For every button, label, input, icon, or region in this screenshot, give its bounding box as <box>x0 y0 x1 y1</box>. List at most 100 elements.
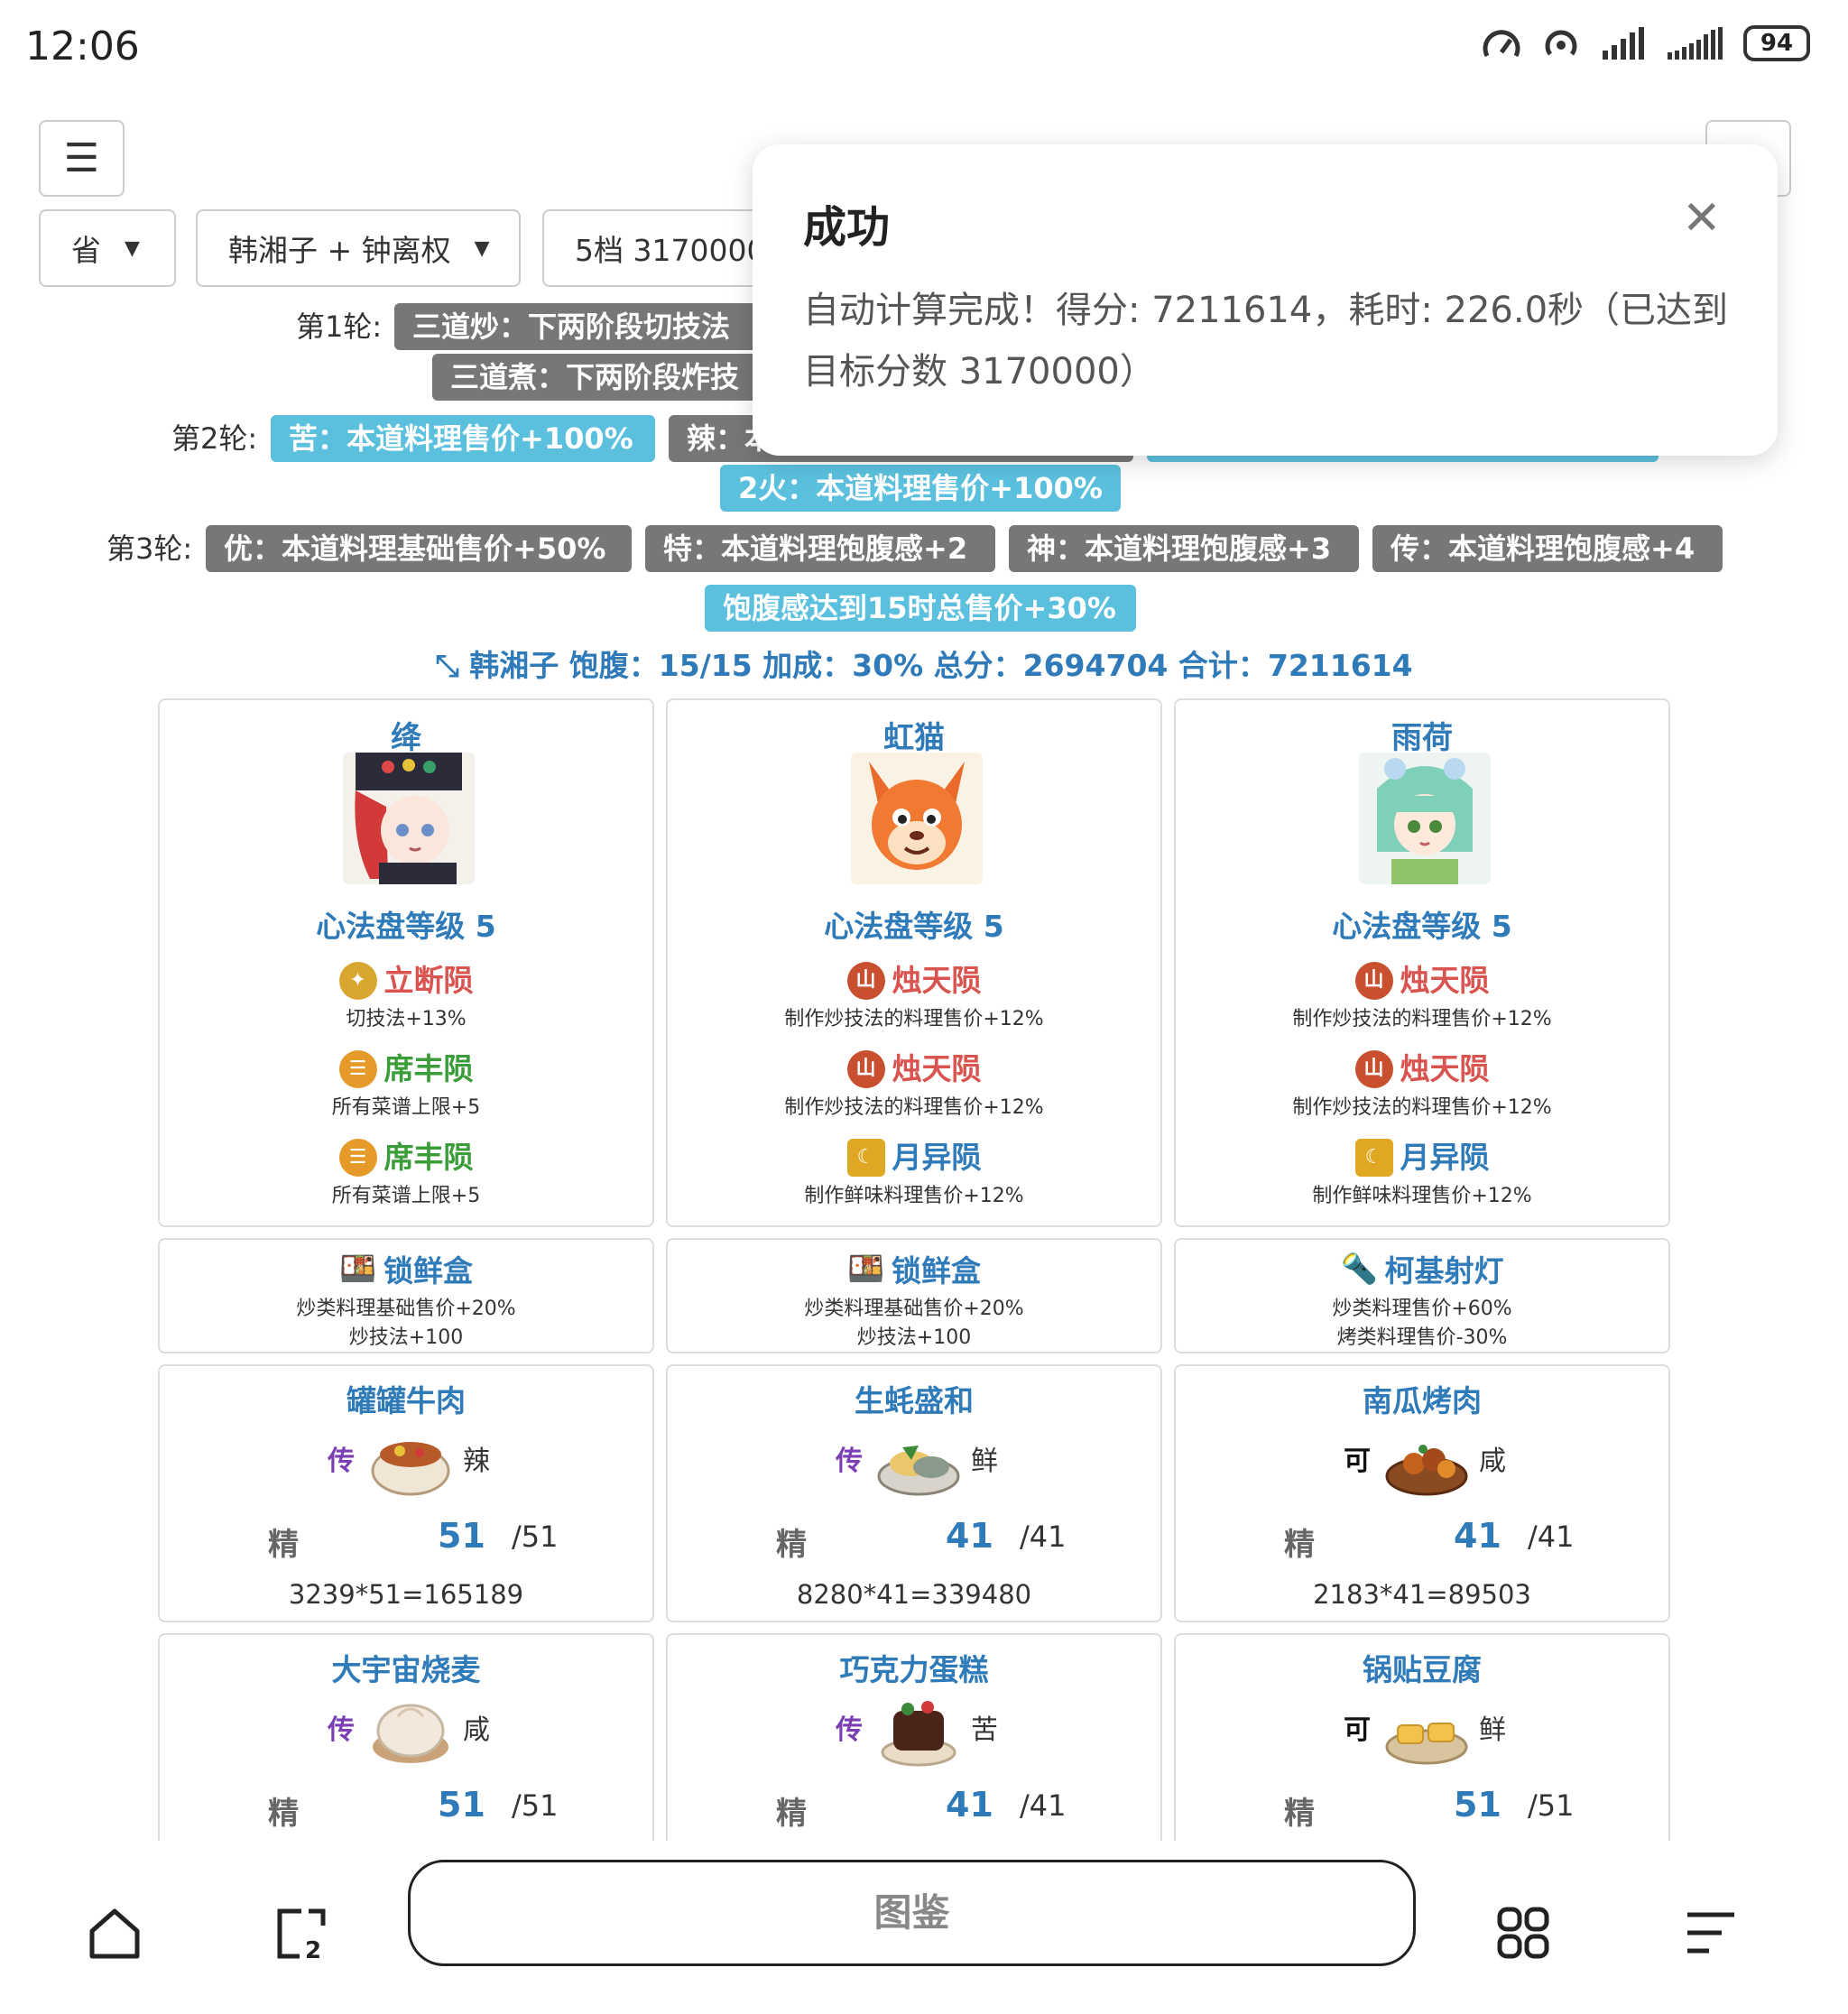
close-icon[interactable]: ✕ <box>1682 191 1722 245</box>
equip-card[interactable]: 🍱 锁鲜盒 炒类料理基础售价+20% 炒技法+100 <box>158 1238 654 1353</box>
dish-card[interactable]: 生蚝盛和 传 鲜 精 41 /41 8280*41=339480 <box>666 1364 1162 1622</box>
dish-rarity: 传 <box>328 1714 355 1746</box>
svg-text:2: 2 <box>305 1937 321 1962</box>
round-2-label: 第2轮: <box>171 421 258 456</box>
round-2-row-2: 2火：本道料理售价+100% <box>0 465 1848 512</box>
round-3-tag: 饱腹感达到15时总售价+30% <box>705 585 1136 632</box>
score-summary: ⤡ 韩湘子 饱腹：15/15 加成：30% 总分：2694704 合计：7211… <box>0 642 1848 689</box>
dish-quantity[interactable]: 51 <box>1454 1785 1502 1825</box>
equip-icon: 🔦 <box>1340 1251 1378 1286</box>
success-toast: 成功 ✕ 自动计算完成！得分: 7211614，耗时: 226.0秒（已达到目标… <box>753 144 1778 456</box>
dish-max: /51 <box>512 1788 559 1823</box>
disk-icon: ☾ <box>1354 1139 1393 1177</box>
region-select-value: 省 <box>71 233 101 268</box>
disk-icon: ☰ <box>338 1050 377 1088</box>
disk-slot: ☰ 席丰陨 所有菜谱上限+5 <box>160 1135 652 1213</box>
dish-grade: 精 <box>268 1796 299 1832</box>
equip-desc: 炒类料理基础售价+20% <box>804 1298 1024 1320</box>
region-select[interactable]: 省 ▼ <box>39 209 176 287</box>
dish-image <box>367 1420 454 1500</box>
dish-card[interactable]: 巧克力蛋糕 传 苦 精 41 /41 <box>666 1633 1162 1843</box>
disk-desc: 制作炒技法的料理售价+12% <box>1292 1096 1552 1119</box>
home-icon[interactable] <box>87 1906 143 1962</box>
round-3-tag: 神：本道料理饱腹感+3 <box>1009 525 1359 572</box>
toast-title: 成功 <box>803 202 891 253</box>
dish-flavor: 咸 <box>1479 1446 1506 1477</box>
chef-card[interactable]: 绛 心法盘等级 5 ✦ 立断陨 切技法+13% ☰ 席丰陨 所有菜谱上限+5 ☰ 席丰… <box>158 698 654 1227</box>
dish-flavor: 辣 <box>463 1446 490 1477</box>
disk-icon: 山 <box>1354 962 1393 1000</box>
disk-slot: 山烛天陨 制作炒技法的料理售价+12% <box>668 1047 1160 1124</box>
dish-formula: 8280*41=339480 <box>796 1579 1032 1610</box>
dish-formula: 3239*51=165189 <box>288 1579 524 1610</box>
disk-desc: 制作炒技法的料理售价+12% <box>784 1008 1044 1030</box>
dish-rarity: 传 <box>328 1446 355 1477</box>
dish-card[interactable]: 罐罐牛肉 传 辣 精 51 /51 3239*51=165189 <box>158 1364 654 1622</box>
dish-rarity: 传 <box>836 1446 863 1477</box>
menu-button[interactable]: ☰ <box>39 120 125 197</box>
disk-desc: 所有菜谱上限+5 <box>331 1185 481 1207</box>
dish-flavor: 鲜 <box>971 1446 998 1477</box>
chef-select-value: 韩湘子 + 钟离权 <box>228 233 451 268</box>
dish-card[interactable]: 锅贴豆腐 可 鲜 精 51 /51 <box>1174 1633 1670 1843</box>
compress-icon[interactable]: ⤡ <box>435 648 469 683</box>
tabs-icon[interactable]: 2 <box>273 1906 328 1962</box>
browser-bottom-bar: 2 图鉴 <box>0 1841 1848 2014</box>
chef-card[interactable]: 雨荷 心法盘等级 5 山烛天陨 制作炒技法的料理售价+12% 山烛天陨 制作炒技… <box>1174 698 1670 1227</box>
toast-message: 自动计算完成！得分: 7211614，耗时: 226.0秒（已达到目标分数 31… <box>803 290 1729 393</box>
address-bar[interactable]: 图鉴 <box>408 1860 1416 1966</box>
dish-quantity[interactable]: 41 <box>1454 1516 1502 1556</box>
disk-icon: 山 <box>1354 1050 1393 1088</box>
battery-icon: 94 <box>1743 25 1810 61</box>
dish-card[interactable]: 大宇宙烧麦 传 咸 精 51 /51 <box>158 1633 654 1843</box>
dish-name: 锅贴豆腐 <box>1363 1652 1482 1687</box>
dish-max: /51 <box>1528 1788 1575 1823</box>
disk-slot: ✦ 立断陨 切技法+13% <box>160 958 652 1036</box>
equip-card[interactable]: 🍱 锁鲜盒 炒类料理基础售价+20% 炒技法+100 <box>666 1238 1162 1353</box>
dish-grade: 精 <box>1284 1796 1315 1832</box>
chef-card[interactable]: 虹猫 心法盘等级 5 山烛天陨 制作炒技法的料理售价+12% 山烛天陨 制作炒技… <box>666 698 1162 1227</box>
dish-flavor: 咸 <box>463 1714 490 1746</box>
dish-flavor: 苦 <box>971 1714 998 1746</box>
target-select[interactable]: 5档 3170000 <box>542 209 777 287</box>
target-select-value: 5档 3170000 <box>575 233 766 268</box>
chef-avatar <box>851 753 983 884</box>
disk-desc: 切技法+13% <box>346 1008 467 1030</box>
apps-grid-icon[interactable] <box>1496 1906 1550 1960</box>
disk-name: 月异陨 <box>1400 1140 1490 1175</box>
disk-name: 立断陨 <box>383 963 474 998</box>
dish-image <box>367 1689 454 1769</box>
status-bar: 12:06 94 <box>0 0 1848 99</box>
dish-quantity[interactable]: 41 <box>946 1516 993 1556</box>
dish-rarity: 可 <box>1344 1714 1371 1746</box>
equip-desc: 炒技法+100 <box>348 1326 464 1349</box>
round-1-tag: 三道煮：下两阶段炸技 <box>432 354 766 401</box>
chef-level: 心法盘等级 5 <box>316 909 496 944</box>
chef-level: 心法盘等级 5 <box>1332 909 1512 944</box>
dish-card[interactable]: 南瓜烤肉 可 咸 精 41 /41 2183*41=89503 <box>1174 1364 1670 1622</box>
round-1-tag: 三道炒：下两阶段切技法 <box>394 303 764 350</box>
dish-image <box>1383 1420 1470 1500</box>
disk-slot: ☾ 月异陨 制作鲜味料理售价+12% <box>668 1135 1160 1213</box>
disk-slot: 山烛天陨 制作炒技法的料理售价+12% <box>668 958 1160 1036</box>
disk-name: 烛天陨 <box>1400 1051 1490 1086</box>
disk-name: 烛天陨 <box>1400 963 1490 998</box>
dish-image <box>875 1689 962 1769</box>
disk-desc: 制作鲜味料理售价+12% <box>804 1185 1024 1207</box>
dish-quantity[interactable]: 41 <box>946 1785 993 1825</box>
equip-name: 锁鲜盒 <box>892 1253 982 1289</box>
dish-grade: 精 <box>776 1527 807 1563</box>
dish-quantity[interactable]: 51 <box>438 1785 485 1825</box>
dish-flavor: 鲜 <box>1479 1714 1506 1746</box>
chef-avatar <box>1359 753 1491 884</box>
equip-card[interactable]: 🔦 柯基射灯 炒类料理售价+60% 烤类料理售价-30% <box>1174 1238 1670 1353</box>
chef-select[interactable]: 韩湘子 + 钟离权 ▼ <box>196 209 521 287</box>
chef-name: 雨荷 <box>1391 720 1453 756</box>
equip-desc: 炒类料理售价+60% <box>1332 1298 1512 1320</box>
menu-lines-icon[interactable] <box>1686 1909 1736 1958</box>
status-icons: 94 <box>1482 25 1810 61</box>
round-3-tag: 优：本道料理基础售价+50% <box>206 525 632 572</box>
dish-quantity[interactable]: 51 <box>438 1516 485 1556</box>
disk-name: 烛天陨 <box>892 963 982 998</box>
hamburger-icon: ☰ <box>63 135 100 181</box>
